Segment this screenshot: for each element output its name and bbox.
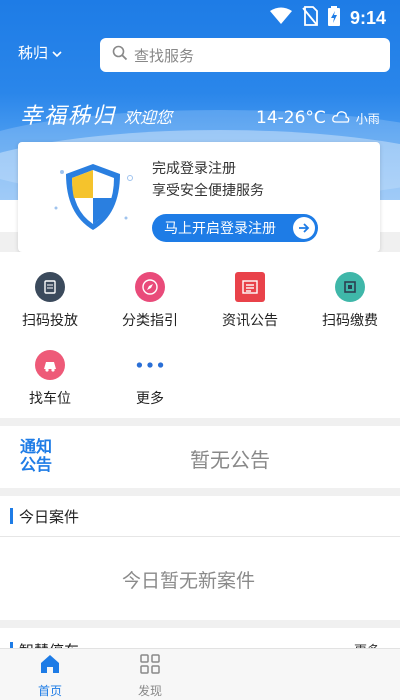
today-cases-empty-text: 今日暂无新案件 — [122, 570, 256, 592]
service-label: 扫码投放 — [22, 313, 78, 329]
section-accent-bar — [10, 508, 13, 524]
tab-label: 发现 — [137, 684, 162, 698]
service-label: 扫码缴费 — [322, 313, 378, 329]
clock: 9:14 — [349, 7, 386, 28]
service-sort-guide[interactable]: 分类指引 — [100, 272, 200, 330]
service-label: 找车位 — [29, 391, 71, 407]
divider — [0, 536, 400, 537]
service-label: 分类指引 — [122, 313, 178, 329]
login-button-label: 马上开启登录注册 — [164, 221, 276, 237]
news-icon — [235, 272, 265, 302]
login-register-button[interactable]: 马上开启登录注册 — [152, 214, 318, 242]
service-parking[interactable]: 找车位 — [0, 350, 100, 408]
scan-drop-icon — [35, 272, 65, 302]
cloud-rain-icon — [331, 109, 350, 128]
scan-pay-icon — [335, 272, 365, 302]
welcome-subtitle: 欢迎您 — [124, 108, 173, 127]
search-input[interactable]: 查找服务 — [100, 38, 390, 72]
service-news[interactable]: 资讯公告 — [200, 272, 300, 330]
notice-tag: 通知公告 — [20, 437, 53, 474]
search-placeholder: 查找服务 — [134, 46, 195, 65]
weather-condition: 小雨 — [355, 111, 380, 126]
notice-empty-text: 暂无公告 — [190, 448, 270, 472]
notice-bar[interactable]: 通知公告 暂无公告 — [0, 426, 400, 488]
welcome-title: 幸福秭归 — [20, 104, 117, 129]
weather-widget: 14-26°C 小雨 — [256, 108, 380, 128]
compass-icon — [135, 272, 165, 302]
city-selector[interactable]: 秭归 — [18, 42, 62, 63]
no-sim-icon — [302, 6, 318, 30]
parking-icon — [35, 350, 65, 380]
login-card: 完成登录注册 享受安全便捷服务 马上开启登录注册 — [18, 142, 380, 252]
arrow-right-icon — [293, 217, 315, 239]
home-icon — [39, 653, 61, 679]
temperature: 14-26°C — [256, 108, 326, 128]
today-cases-section: 今日案件 今日暂无新案件 — [0, 496, 400, 620]
service-scan-pay[interactable]: 扫码缴费 — [300, 272, 400, 330]
tab-discover[interactable]: 发现 — [120, 653, 180, 699]
search-icon — [112, 45, 128, 65]
service-label: 资讯公告 — [222, 313, 278, 329]
service-more[interactable]: 更多 — [100, 350, 200, 408]
tab-home[interactable]: 首页 — [20, 653, 80, 699]
welcome-banner: 幸福秭归 欢迎您 — [20, 98, 172, 130]
services-grid: 扫码投放 分类指引 资讯公告 扫码缴费 找车位 更多 — [0, 252, 400, 418]
bottom-nav: 首页 发现 — [0, 648, 400, 700]
login-prompt-subtitle: 享受安全便捷服务 — [152, 183, 264, 199]
service-label: 更多 — [136, 391, 164, 407]
status-bar: 9:14 — [0, 0, 400, 36]
city-name: 秭归 — [18, 44, 49, 62]
discover-grid-icon — [139, 653, 161, 679]
section-header: 今日案件 — [10, 506, 79, 526]
chevron-down-icon — [52, 44, 62, 62]
battery-charging-icon — [327, 6, 340, 30]
service-scan-drop[interactable]: 扫码投放 — [0, 272, 100, 330]
more-dots-icon — [135, 350, 165, 380]
tab-label: 首页 — [37, 684, 62, 698]
security-shield-icon — [48, 158, 138, 242]
wifi-icon — [269, 7, 292, 29]
section-title: 今日案件 — [19, 507, 80, 526]
login-prompt-title: 完成登录注册 — [152, 161, 236, 177]
